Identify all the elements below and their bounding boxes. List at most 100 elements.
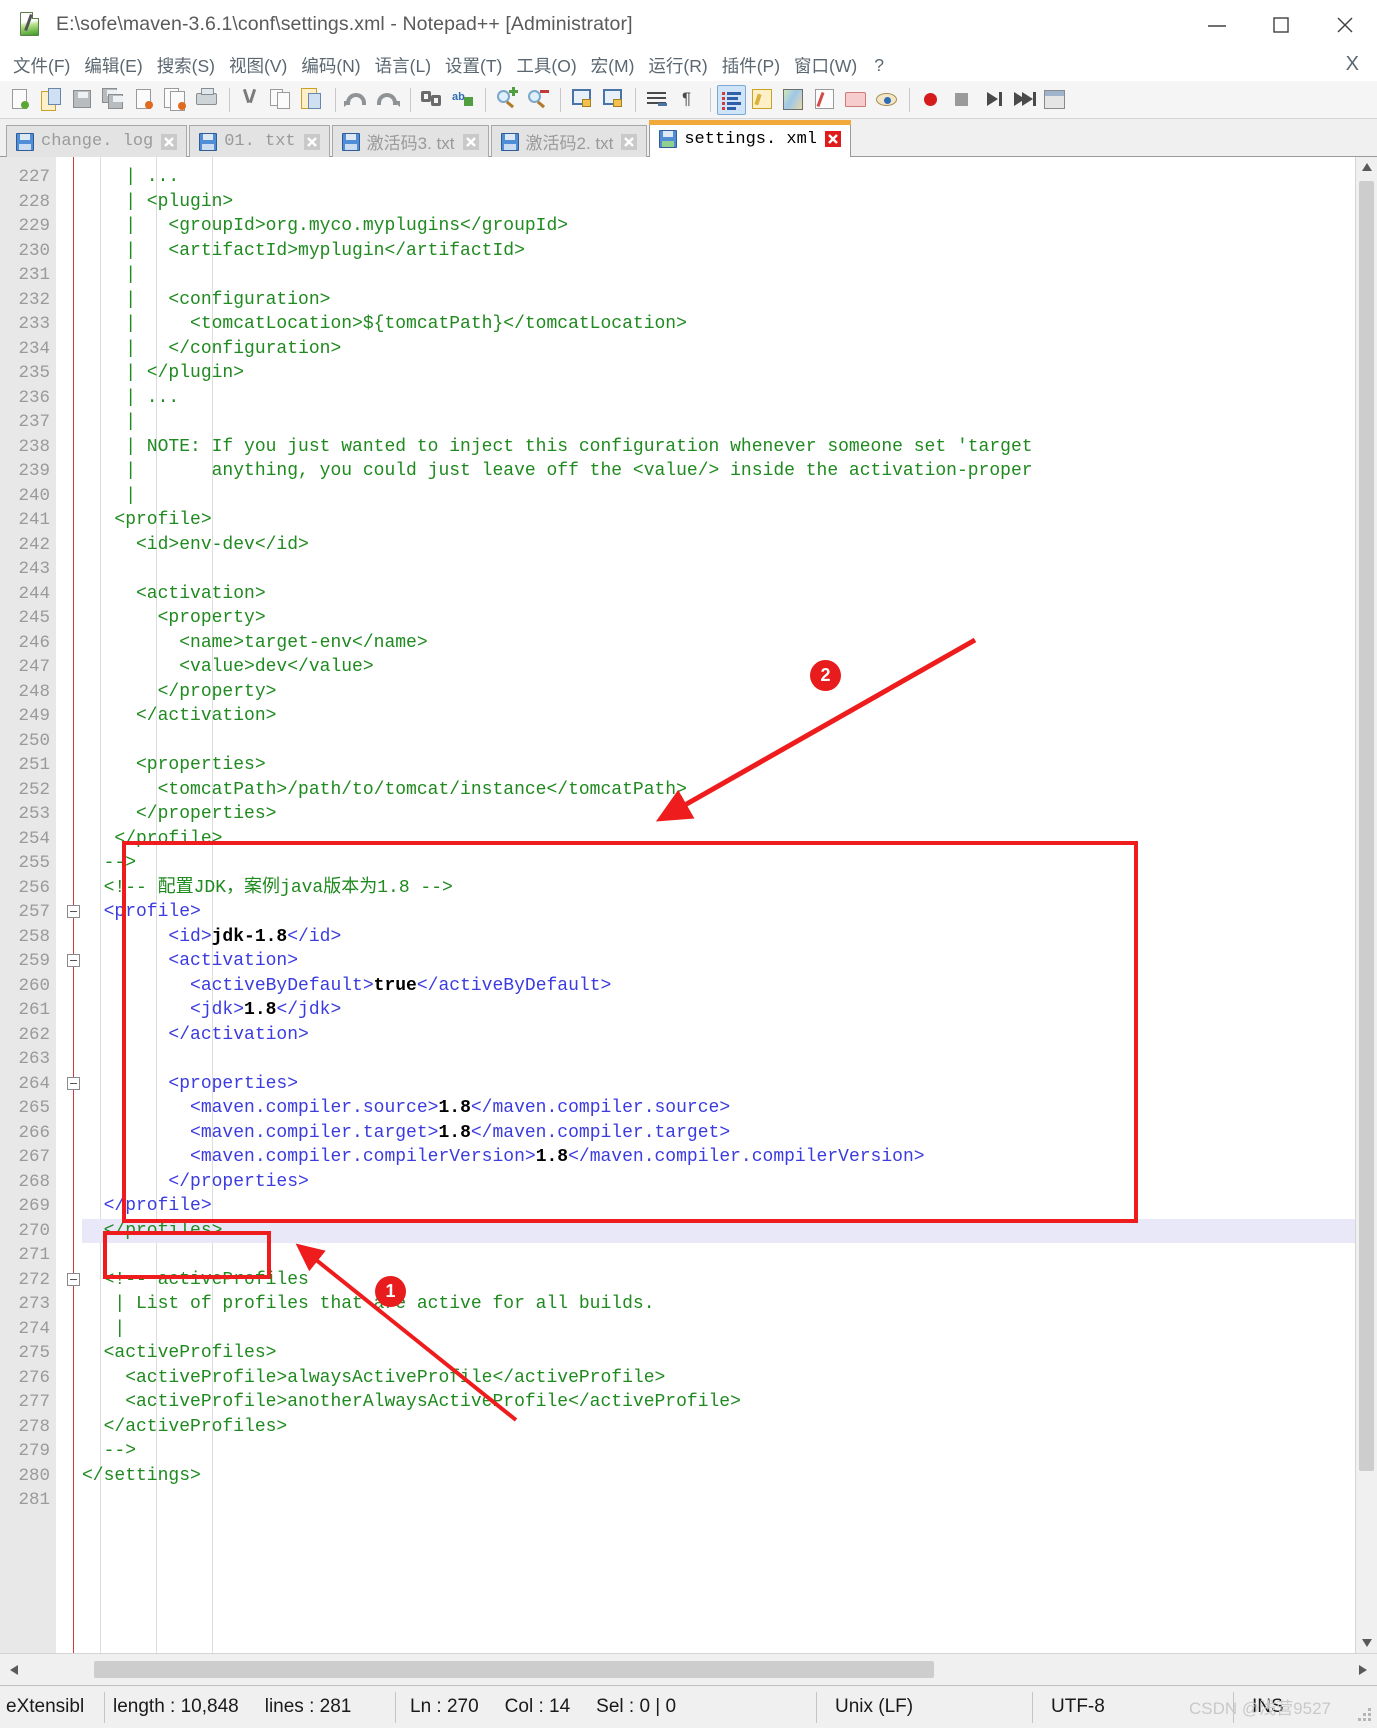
undo-icon[interactable] (342, 85, 371, 115)
close-icon[interactable] (620, 133, 638, 151)
menu-run[interactable]: 运行(R) (641, 51, 714, 80)
close-file-icon[interactable] (130, 85, 159, 115)
horizontal-scrollbar[interactable] (0, 1653, 1377, 1685)
line-number: 245 (18, 608, 50, 628)
fold-margin[interactable] (56, 157, 82, 1653)
line-number: 275 (18, 1343, 50, 1363)
tab-01-txt[interactable]: 01. txt (189, 125, 330, 157)
open-file-icon[interactable] (37, 85, 66, 115)
user-defined-language-icon[interactable] (748, 85, 777, 115)
vertical-scrollbar[interactable] (1355, 157, 1377, 1653)
title-bar: E:\sofe\maven-3.6.1\conf\settings.xml - … (0, 0, 1377, 49)
annotation-badge-2: 2 (810, 660, 841, 691)
floppy-blue-icon (341, 132, 360, 151)
code-span: | (82, 1318, 126, 1339)
menu-window[interactable]: 窗口(W) (787, 51, 864, 80)
line-number: 252 (18, 779, 50, 800)
fold-toggle-icon[interactable] (67, 905, 80, 918)
close-icon[interactable] (462, 133, 480, 151)
code-line: </properties> (82, 802, 276, 827)
code-line: --> (82, 851, 136, 876)
print-icon[interactable] (192, 85, 221, 115)
menu-language[interactable]: 语言(L) (368, 51, 438, 80)
menu-macro[interactable]: 宏(M) (584, 51, 642, 80)
close-all-files-icon[interactable] (161, 85, 190, 115)
tab-jihuoma3-txt[interactable]: 激活码3. txt (331, 125, 489, 157)
menu-plugins[interactable]: 插件(P) (715, 51, 787, 80)
close-icon[interactable] (160, 133, 178, 151)
close-document-button[interactable]: X (1346, 53, 1359, 76)
code-text-area[interactable]: | ... | <plugin> | <groupId>org.myco.myp… (82, 157, 1355, 1653)
horizontal-scroll-track[interactable] (28, 1655, 1349, 1685)
copy-icon[interactable] (267, 85, 296, 115)
status-eol[interactable]: Unix (LF) (817, 1686, 1032, 1729)
tab-change-log[interactable]: change. log (6, 125, 188, 157)
menu-search[interactable]: 搜索(S) (150, 51, 222, 80)
line-number: 267 (18, 1147, 50, 1167)
menu-view[interactable]: 视图(V) (222, 51, 294, 80)
indent-guide-icon[interactable] (717, 84, 746, 115)
menu-edit[interactable]: 编辑(E) (77, 51, 149, 80)
record-macro-icon[interactable] (916, 85, 945, 115)
menu-file[interactable]: 文件(F) (6, 51, 77, 80)
code-span: | anything, you could just leave off the… (82, 461, 1033, 481)
fold-toggle-icon[interactable] (67, 1272, 80, 1286)
maximize-button[interactable] (1249, 0, 1313, 49)
line-number: 257 (18, 902, 50, 922)
minimize-button[interactable] (1185, 0, 1249, 49)
function-list-icon[interactable] (810, 85, 839, 115)
scroll-left-icon[interactable] (0, 1655, 28, 1685)
close-button[interactable] (1313, 0, 1377, 49)
document-map-icon[interactable] (779, 85, 808, 115)
scroll-up-icon[interactable] (1356, 157, 1377, 177)
run-macro-multiple-icon[interactable] (1009, 85, 1038, 115)
show-all-characters-icon[interactable]: ¶ (673, 85, 702, 115)
zoom-in-icon[interactable] (492, 85, 521, 115)
line-number: 280 (18, 1465, 50, 1486)
resize-grip-icon[interactable] (1358, 1708, 1372, 1722)
code-line: <profile> (82, 900, 201, 925)
monitoring-icon[interactable] (872, 85, 901, 115)
code-span: | NOTE: If you just wanted to inject thi… (82, 436, 1033, 457)
new-file-icon[interactable] (6, 85, 35, 115)
menu-settings[interactable]: 设置(T) (438, 51, 509, 80)
sync-horizontal-scroll-icon[interactable] (598, 85, 627, 115)
status-language[interactable]: eXtensibl (0, 1686, 104, 1729)
folder-as-workspace-icon[interactable] (841, 85, 870, 115)
fold-toggle-icon[interactable] (67, 954, 80, 967)
replace-icon[interactable]: ab (448, 85, 477, 115)
code-span: | </plugin> (82, 363, 245, 383)
stop-recording-icon[interactable] (947, 85, 976, 115)
zoom-out-icon[interactable] (523, 85, 552, 115)
cut-icon[interactable] (236, 85, 265, 115)
word-wrap-icon[interactable] (642, 85, 671, 115)
redo-icon[interactable] (373, 85, 402, 115)
window-list-icon[interactable] (1040, 85, 1069, 115)
menu-tools[interactable]: 工具(O) (509, 51, 583, 80)
horizontal-scroll-thumb[interactable] (94, 1660, 934, 1678)
paste-icon[interactable] (298, 85, 327, 115)
fold-toggle-icon[interactable] (67, 1076, 80, 1090)
tab-settings-xml[interactable]: settings. xml (649, 120, 851, 157)
toolbar: ab ¶ (0, 81, 1377, 119)
toolbar-separator (410, 87, 411, 112)
code-span: <maven.compiler.target> (82, 1122, 439, 1143)
tab-jihuoma2-txt[interactable]: 激活码2. txt (490, 125, 648, 157)
find-icon[interactable] (417, 85, 446, 115)
sync-vertical-scroll-icon[interactable] (567, 85, 596, 115)
scroll-right-icon[interactable] (1349, 1655, 1377, 1685)
save-icon[interactable] (68, 85, 97, 115)
code-line: <activeProfiles> (82, 1341, 277, 1366)
vertical-scroll-thumb[interactable] (1359, 181, 1374, 1471)
close-icon[interactable] (824, 130, 842, 148)
play-macro-icon[interactable] (978, 85, 1007, 115)
scroll-down-icon[interactable] (1356, 1633, 1377, 1653)
line-number: 255 (18, 853, 50, 873)
close-icon[interactable] (303, 133, 321, 151)
line-number: 278 (18, 1416, 50, 1437)
menu-help[interactable]: ? (864, 53, 891, 78)
code-span: <profile> (82, 510, 212, 530)
save-all-icon[interactable] (99, 85, 128, 115)
line-number: 233 (18, 314, 50, 334)
menu-encoding[interactable]: 编码(N) (294, 51, 367, 80)
